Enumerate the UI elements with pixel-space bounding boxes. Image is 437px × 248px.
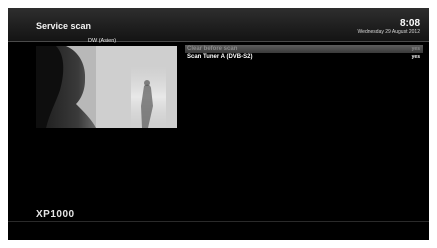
scan-option-label: Scan Tuner A (DVB-S2) [187, 54, 253, 60]
tv-screen: Service scan 8:08 Wednesday 29 August 20… [8, 8, 429, 240]
footer-divider [8, 221, 429, 222]
page-title: Service scan [36, 21, 92, 31]
clock: 8:08 [399, 18, 420, 29]
scan-option-value: yes [411, 54, 420, 60]
date: Wednesday 29 August 2012 [357, 29, 420, 35]
model-name: XP1000 [36, 209, 75, 220]
header-divider [8, 41, 429, 42]
preview-channel-name: DW (Asien) [88, 38, 117, 44]
tv-preview-window [36, 46, 177, 128]
scan-option-tuner-a[interactable]: Scan Tuner A (DVB-S2) yes [185, 53, 423, 61]
scan-option-value: yes [411, 46, 420, 52]
scan-option-label: Clear before scan [187, 46, 238, 52]
header-bar: Service scan 8:08 Wednesday 29 August 20… [8, 8, 429, 41]
scan-options-list: Clear before scan yes Scan Tuner A (DVB-… [185, 45, 423, 61]
scan-option-clear-before-scan[interactable]: Clear before scan yes [185, 45, 423, 53]
preview-image [36, 46, 177, 128]
